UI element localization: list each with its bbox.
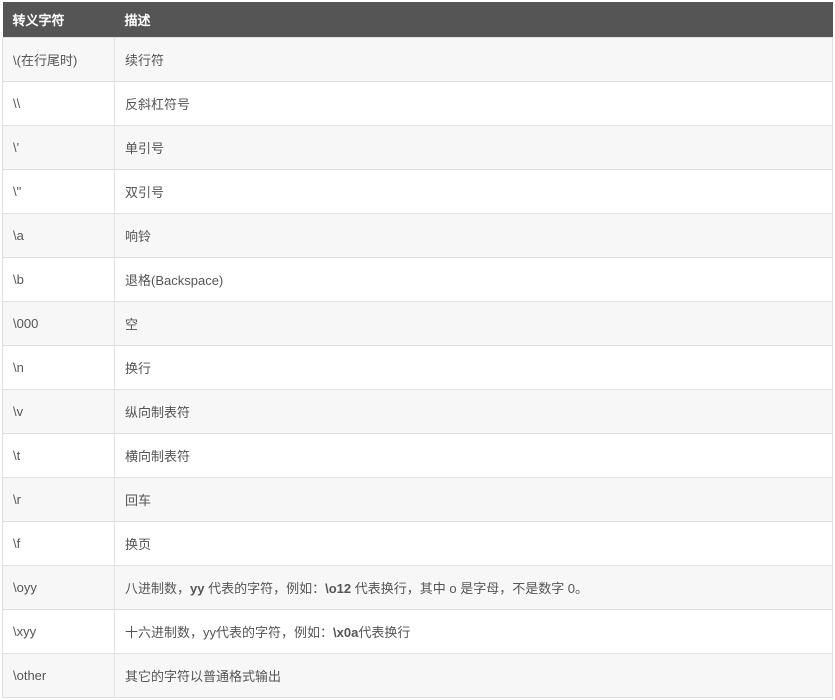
desc-text: 代表换行，其中 o 是字母，不是数字 0。 [351,581,588,596]
table-header-row: 转义字符 描述 [3,2,833,38]
table-row: \r 回车 [3,478,833,522]
cell-desc: 换页 [115,522,833,566]
table-row: \\ 反斜杠符号 [3,82,833,126]
desc-bold: \o12 [325,581,351,596]
cell-desc: 续行符 [115,38,833,82]
table-row: \f 换页 [3,522,833,566]
table-row: \' 单引号 [3,126,833,170]
cell-char: \n [3,346,115,390]
desc-bold: \x0a [333,625,358,640]
cell-char: \" [3,170,115,214]
cell-char: \b [3,258,115,302]
desc-text: 代表换行 [358,625,410,640]
table-row: \n 换行 [3,346,833,390]
cell-char: \t [3,434,115,478]
cell-char: \(在行尾时) [3,38,115,82]
cell-desc: 退格(Backspace) [115,258,833,302]
cell-desc: 其它的字符以普通格式输出 [115,654,833,698]
desc-text: 八进制数， [125,581,190,596]
cell-char: \000 [3,302,115,346]
col-header-char: 转义字符 [3,2,115,38]
cell-char: \v [3,390,115,434]
cell-desc: 纵向制表符 [115,390,833,434]
cell-desc: 回车 [115,478,833,522]
table-row: \b 退格(Backspace) [3,258,833,302]
cell-desc: 空 [115,302,833,346]
cell-char: \f [3,522,115,566]
cell-char: \' [3,126,115,170]
cell-desc: 单引号 [115,126,833,170]
table-row: \xyy 十六进制数，yy代表的字符，例如：\x0a代表换行 [3,610,833,654]
cell-char: \r [3,478,115,522]
cell-desc: 十六进制数，yy代表的字符，例如：\x0a代表换行 [115,610,833,654]
cell-desc: 双引号 [115,170,833,214]
cell-char: \xyy [3,610,115,654]
cell-desc: 横向制表符 [115,434,833,478]
desc-text: 十六进制数，yy代表的字符，例如： [125,625,333,640]
desc-text: 代表的字符，例如： [204,581,325,596]
col-header-desc: 描述 [115,2,833,38]
table-row: \v 纵向制表符 [3,390,833,434]
cell-char: \other [3,654,115,698]
table-row: \t 横向制表符 [3,434,833,478]
table-row: \other 其它的字符以普通格式输出 [3,654,833,698]
cell-char: \oyy [3,566,115,610]
cell-char: \\ [3,82,115,126]
cell-desc: 八进制数，yy 代表的字符，例如：\o12 代表换行，其中 o 是字母，不是数字… [115,566,833,610]
cell-char: \a [3,214,115,258]
cell-desc: 响铃 [115,214,833,258]
table-row: \000 空 [3,302,833,346]
escape-char-table: 转义字符 描述 \(在行尾时) 续行符 \\ 反斜杠符号 \' 单引号 \" 双… [2,2,833,698]
table-row: \oyy 八进制数，yy 代表的字符，例如：\o12 代表换行，其中 o 是字母… [3,566,833,610]
cell-desc: 换行 [115,346,833,390]
table-row: \(在行尾时) 续行符 [3,38,833,82]
cell-desc: 反斜杠符号 [115,82,833,126]
table-row: \a 响铃 [3,214,833,258]
table-row: \" 双引号 [3,170,833,214]
desc-bold: yy [190,581,204,596]
